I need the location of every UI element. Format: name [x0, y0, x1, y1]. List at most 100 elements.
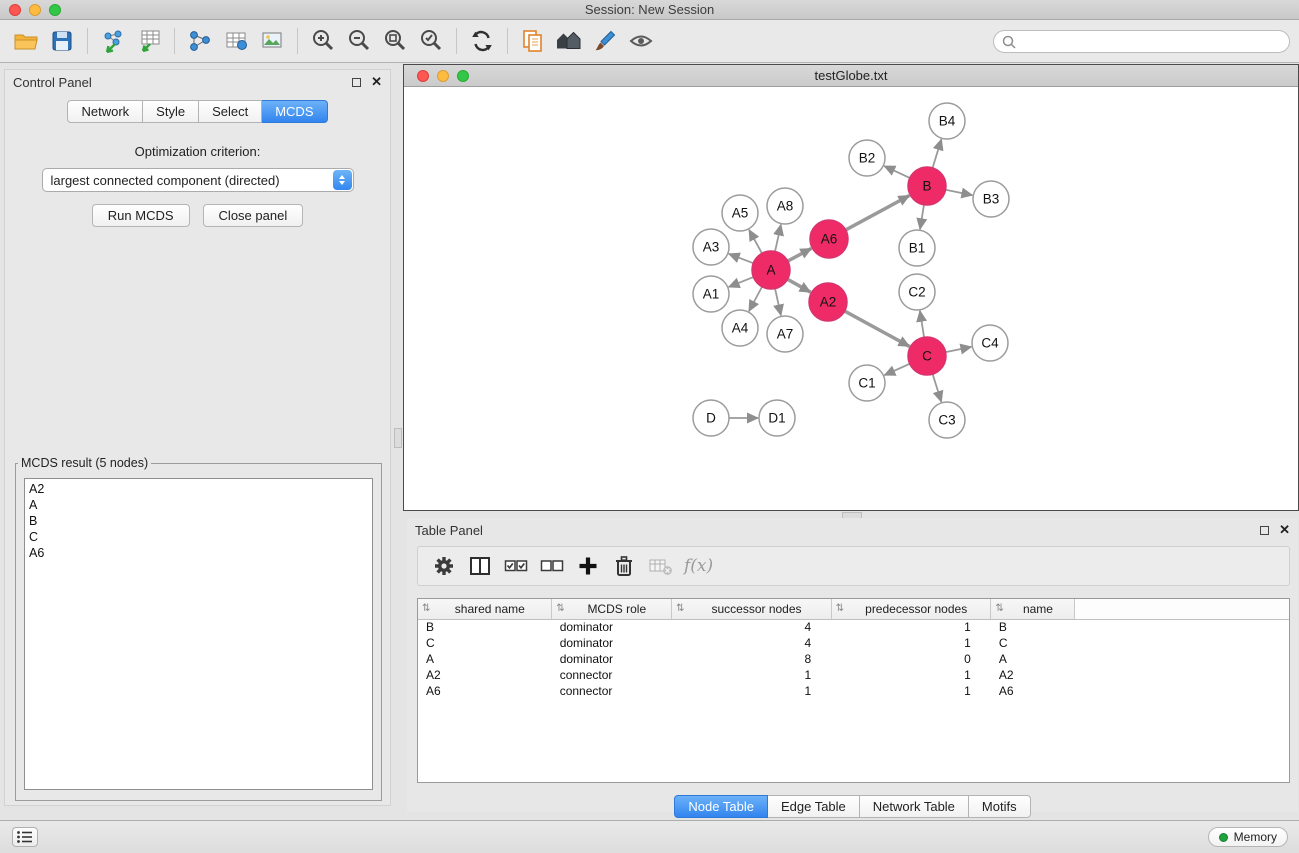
- graph-edge-B-B3[interactable]: [946, 190, 973, 195]
- columns-icon[interactable]: [462, 550, 498, 582]
- tab-mcds[interactable]: MCDS: [262, 100, 327, 123]
- zoom-selected-icon[interactable]: [413, 24, 449, 58]
- task-list-button[interactable]: [12, 827, 38, 847]
- table-cell[interactable]: 0: [831, 651, 991, 667]
- import-network-icon[interactable]: [95, 24, 131, 58]
- table-cell[interactable]: C: [418, 635, 552, 651]
- network-graph[interactable]: B4B2BB3A5A8A6B1A3AC2A1A2A4A7C4CC1C3DD1: [404, 88, 1298, 510]
- run-mcds-button[interactable]: Run MCDS: [92, 204, 190, 227]
- zoom-window-icon[interactable]: [49, 4, 61, 16]
- table-cell[interactable]: 4: [671, 635, 831, 651]
- table-row[interactable]: Adominator80A: [418, 651, 1289, 667]
- table-cell[interactable]: 1: [831, 619, 991, 635]
- graph-edge-C-C2[interactable]: [920, 311, 924, 337]
- table-cell[interactable]: dominator: [552, 651, 672, 667]
- graph-node-D1[interactable]: D1: [759, 400, 795, 436]
- zoom-fit-icon[interactable]: [377, 24, 413, 58]
- mcds-result-item[interactable]: A: [29, 497, 368, 513]
- table-cell[interactable]: dominator: [552, 635, 672, 651]
- graph-node-C[interactable]: C: [908, 337, 946, 375]
- graph-edge-A2-C[interactable]: [845, 311, 910, 346]
- graph-node-D[interactable]: D: [693, 400, 729, 436]
- table-cell[interactable]: 8: [671, 651, 831, 667]
- graph-edge-C-C4[interactable]: [946, 347, 972, 352]
- mcds-result-item[interactable]: A6: [29, 545, 368, 561]
- graph-node-A8[interactable]: A8: [767, 188, 803, 224]
- table-row[interactable]: Bdominator41B: [418, 619, 1289, 635]
- column-header-shared-name[interactable]: ⇅shared name: [418, 599, 552, 619]
- graph-node-A2[interactable]: A2: [809, 283, 847, 321]
- graph-node-A5[interactable]: A5: [722, 195, 758, 231]
- table-row[interactable]: A6connector11A6: [418, 683, 1289, 699]
- network-table-icon[interactable]: [218, 24, 254, 58]
- graph-edge-B-B1[interactable]: [920, 205, 924, 229]
- copy-document-icon[interactable]: [515, 24, 551, 58]
- table-cell[interactable]: B: [991, 619, 1075, 635]
- open-session-icon[interactable]: [8, 24, 44, 58]
- delete-table-icon[interactable]: [642, 550, 678, 582]
- search-field[interactable]: [993, 30, 1290, 53]
- fx-icon[interactable]: f(x): [684, 556, 713, 576]
- save-session-icon[interactable]: [44, 24, 80, 58]
- column-header-MCDS-role[interactable]: ⇅MCDS role: [552, 599, 672, 619]
- table-cell[interactable]: 4: [671, 619, 831, 635]
- graph-edge-B-B2[interactable]: [884, 166, 910, 178]
- graph-node-C2[interactable]: C2: [899, 274, 935, 310]
- search-input[interactable]: [1021, 35, 1281, 49]
- network-window-titlebar[interactable]: testGlobe.txt: [404, 65, 1298, 87]
- style-brush-icon[interactable]: [587, 24, 623, 58]
- table-cell[interactable]: 1: [831, 683, 991, 699]
- minimize-network-window-icon[interactable]: [437, 70, 449, 82]
- new-network-icon[interactable]: [182, 24, 218, 58]
- graph-node-C3[interactable]: C3: [929, 402, 965, 438]
- graph-node-B4[interactable]: B4: [929, 103, 965, 139]
- graph-edge-A-A7[interactable]: [775, 289, 781, 316]
- table-cell[interactable]: 1: [831, 667, 991, 683]
- add-row-icon[interactable]: [570, 550, 606, 582]
- tab-network[interactable]: Network: [67, 100, 143, 123]
- graph-node-A6[interactable]: A6: [810, 220, 848, 258]
- zoom-network-window-icon[interactable]: [457, 70, 469, 82]
- graph-edge-A-A5[interactable]: [749, 230, 762, 254]
- close-network-window-icon[interactable]: [417, 70, 429, 82]
- table-cell[interactable]: connector: [552, 683, 672, 699]
- graph-node-B1[interactable]: B1: [899, 230, 935, 266]
- table-cell[interactable]: A2: [418, 667, 552, 683]
- mcds-result-item[interactable]: C: [29, 529, 368, 545]
- graph-edge-C-C1[interactable]: [884, 364, 909, 375]
- graph-edge-A6-B[interactable]: [846, 196, 910, 230]
- graph-edge-B-B4[interactable]: [933, 139, 942, 168]
- float-panel-icon[interactable]: [352, 78, 361, 87]
- tab-motifs[interactable]: Motifs: [969, 795, 1031, 818]
- tab-network-table[interactable]: Network Table: [860, 795, 969, 818]
- graph-edge-A-A1[interactable]: [729, 277, 754, 287]
- zoom-in-icon[interactable]: [305, 24, 341, 58]
- tab-edge-table[interactable]: Edge Table: [768, 795, 860, 818]
- mcds-result-item[interactable]: B: [29, 513, 368, 529]
- graph-edge-A-A3[interactable]: [729, 254, 754, 263]
- graph-node-B2[interactable]: B2: [849, 140, 885, 176]
- graph-node-C1[interactable]: C1: [849, 365, 885, 401]
- close-window-icon[interactable]: [9, 4, 21, 16]
- import-table-icon[interactable]: [131, 24, 167, 58]
- export-image-icon[interactable]: [254, 24, 290, 58]
- table-cell[interactable]: A2: [991, 667, 1075, 683]
- column-header-name[interactable]: ⇅name: [991, 599, 1075, 619]
- close-panel-button[interactable]: Close panel: [203, 204, 304, 227]
- tab-style[interactable]: Style: [143, 100, 199, 123]
- graph-node-C4[interactable]: C4: [972, 325, 1008, 361]
- table-row[interactable]: A2connector11A2: [418, 667, 1289, 683]
- graph-edge-A-A4[interactable]: [749, 287, 762, 311]
- graph-node-A4[interactable]: A4: [722, 310, 758, 346]
- table-cell[interactable]: A: [418, 651, 552, 667]
- zoom-out-icon[interactable]: [341, 24, 377, 58]
- gear-icon[interactable]: [426, 550, 462, 582]
- graph-node-A3[interactable]: A3: [693, 229, 729, 265]
- vertical-splitter-handle[interactable]: [394, 428, 402, 448]
- close-panel-icon[interactable]: ✕: [371, 74, 382, 90]
- table-cell[interactable]: A6: [991, 683, 1075, 699]
- refresh-icon[interactable]: [464, 24, 500, 58]
- graph-node-A[interactable]: A: [752, 251, 790, 289]
- show-hide-icon[interactable]: [623, 24, 659, 58]
- graph-edge-A-A2[interactable]: [788, 279, 811, 292]
